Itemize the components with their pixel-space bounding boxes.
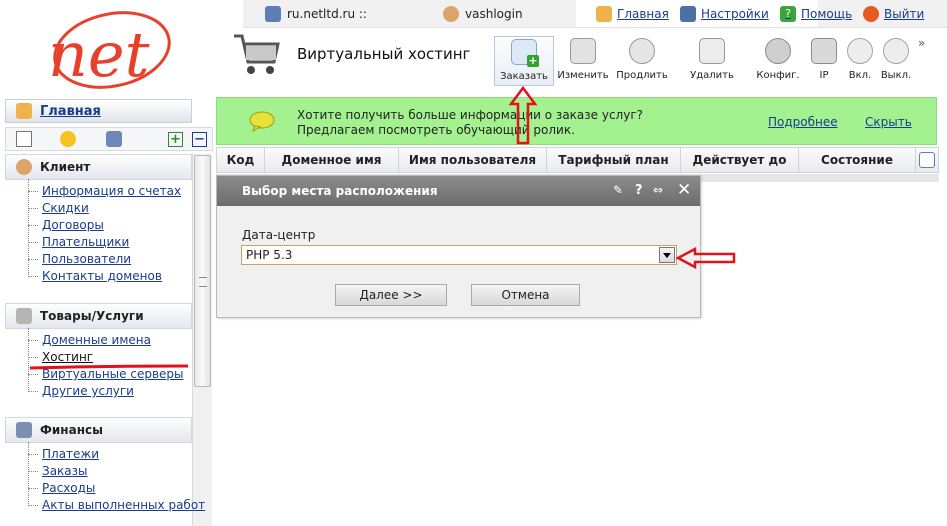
cart-icon <box>234 34 280 74</box>
sidebar-item-invoices[interactable]: Информация о счетах <box>28 183 181 200</box>
banner-hide-link[interactable]: Скрыть <box>865 115 912 129</box>
help-icon[interactable]: ? <box>635 183 643 198</box>
sidebar-item-other-services[interactable]: Другие услуги <box>28 383 184 400</box>
edit-icon <box>570 38 596 64</box>
close-icon[interactable]: ✕ <box>677 180 691 200</box>
next-button[interactable]: Далее >> <box>335 284 447 306</box>
col-plan[interactable]: Тарифный план <box>547 148 681 172</box>
edit-button[interactable]: Изменить <box>553 38 613 81</box>
top-help-link[interactable]: ? Помощь <box>780 6 852 22</box>
banner-more-link[interactable]: Подробнее <box>768 115 838 129</box>
collapse-all-icon[interactable]: − <box>192 132 207 147</box>
col-status[interactable]: Состояние <box>799 148 916 172</box>
pin-icon[interactable]: ✎ <box>613 183 623 197</box>
sidebar-item-hosting[interactable]: Хостинг <box>28 349 184 366</box>
sidebar-item-users[interactable]: Пользователи <box>28 251 181 268</box>
gear-icon <box>765 38 791 64</box>
order-button[interactable]: + Заказать <box>494 36 554 86</box>
table-header: Код Доменное имя Имя пользователя Тарифн… <box>216 147 939 173</box>
location-dialog: Выбор места расположения ✎ ? ⇔ ✕ Дата-це… <box>216 175 701 318</box>
home-icon <box>596 6 612 22</box>
banner-text: Хотите получить больше информации о зака… <box>297 108 643 137</box>
sidebar-item-payments[interactable]: Платежи <box>28 446 205 463</box>
add-document-icon: + <box>511 39 539 67</box>
top-home-link[interactable]: Главная <box>596 6 669 22</box>
top-logout-link[interactable]: Выйти <box>863 6 924 22</box>
dialog-title: Выбор места расположения <box>217 176 700 206</box>
sidebar-item-discounts[interactable]: Скидки <box>28 200 181 217</box>
table-config-icon <box>919 152 935 168</box>
login-name: vashlogin <box>465 7 523 21</box>
power-icon <box>863 6 879 22</box>
col-domain[interactable]: Доменное имя <box>265 148 399 172</box>
net-logo: net <box>48 11 171 91</box>
bulb-off-icon <box>883 38 909 64</box>
sidebar-item-payers[interactable]: Плательщики <box>28 234 181 251</box>
finance-items: Платежи Заказы Расходы Акты выполненных … <box>28 442 205 514</box>
datacenter-selected-value: PHP 5.3 <box>246 248 293 262</box>
calculator-icon <box>265 6 281 22</box>
sidebar-item-contracts[interactable]: Договоры <box>28 217 181 234</box>
site-info: ru.netltd.ru :: <box>265 6 367 22</box>
client-items: Информация о счетах Скидки Договоры Плат… <box>28 179 181 285</box>
logo-text: net <box>48 18 150 91</box>
toolbar-more-icon[interactable]: » <box>918 36 925 50</box>
expand-all-icon[interactable]: + <box>168 132 183 147</box>
disable-button[interactable]: Выкл. <box>866 38 926 81</box>
sidebar-toolbar: + − <box>5 127 213 151</box>
sidebar-item-acts[interactable]: Акты выполненных работ <box>28 497 205 514</box>
info-banner: Хотите получить больше информации о зака… <box>216 97 937 145</box>
site-name: ru.netltd.ru :: <box>287 7 367 21</box>
delete-icon <box>699 38 725 64</box>
sidebar-home[interactable]: Главная <box>5 99 192 123</box>
top-bar: ru.netltd.ru :: vashlogin Главная Настро… <box>243 0 947 28</box>
sidebar-item-domain-contacts[interactable]: Контакты доменов <box>28 268 181 285</box>
extend-button[interactable]: Продлить <box>612 38 672 81</box>
user-icon <box>443 6 459 22</box>
services-items: Доменные имена Хостинг Виртуальные серве… <box>28 328 184 400</box>
datacenter-label: Дата-центр <box>242 228 316 242</box>
cash-register-icon <box>16 422 32 438</box>
sidebar-item-expenses[interactable]: Расходы <box>28 480 205 497</box>
briefcase-icon[interactable] <box>105 131 122 147</box>
top-settings-link[interactable]: Настройки <box>680 6 769 22</box>
sidebar-item-domains[interactable]: Доменные имена <box>28 332 184 349</box>
clock-icon <box>629 38 655 64</box>
star-icon[interactable] <box>59 131 76 147</box>
speech-bubble-icon <box>249 111 275 132</box>
home-icon <box>16 103 32 119</box>
list-icon[interactable] <box>16 131 32 147</box>
maximize-icon[interactable]: ⇔ <box>653 183 663 197</box>
cart-icon <box>16 308 32 324</box>
section-client[interactable]: Клиент <box>5 154 192 180</box>
user-icon <box>16 159 32 175</box>
col-valid-until[interactable]: Действует до <box>681 148 799 172</box>
section-services[interactable]: Товары/Услуги <box>5 303 192 329</box>
help-icon: ? <box>780 6 796 22</box>
cancel-button[interactable]: Отмена <box>471 284 580 306</box>
col-code[interactable]: Код <box>217 148 265 172</box>
sidebar-item-vps[interactable]: Виртуальные серверы <box>28 366 184 383</box>
delete-button[interactable]: Удалить <box>682 38 742 81</box>
section-finance[interactable]: Финансы <box>5 417 192 443</box>
sidebar-scroll-thumb[interactable] <box>194 155 211 387</box>
page-title: Виртуальный хостинг <box>297 45 471 63</box>
col-username[interactable]: Имя пользователя <box>399 148 547 172</box>
sidebar-item-orders[interactable]: Заказы <box>28 463 205 480</box>
user-info: vashlogin <box>443 6 523 22</box>
chevron-down-icon[interactable] <box>659 247 675 263</box>
datacenter-select[interactable]: PHP 5.3 <box>241 245 677 265</box>
table-settings[interactable] <box>916 148 938 172</box>
settings-icon <box>680 6 696 22</box>
scroll-grip-icon <box>199 277 207 287</box>
